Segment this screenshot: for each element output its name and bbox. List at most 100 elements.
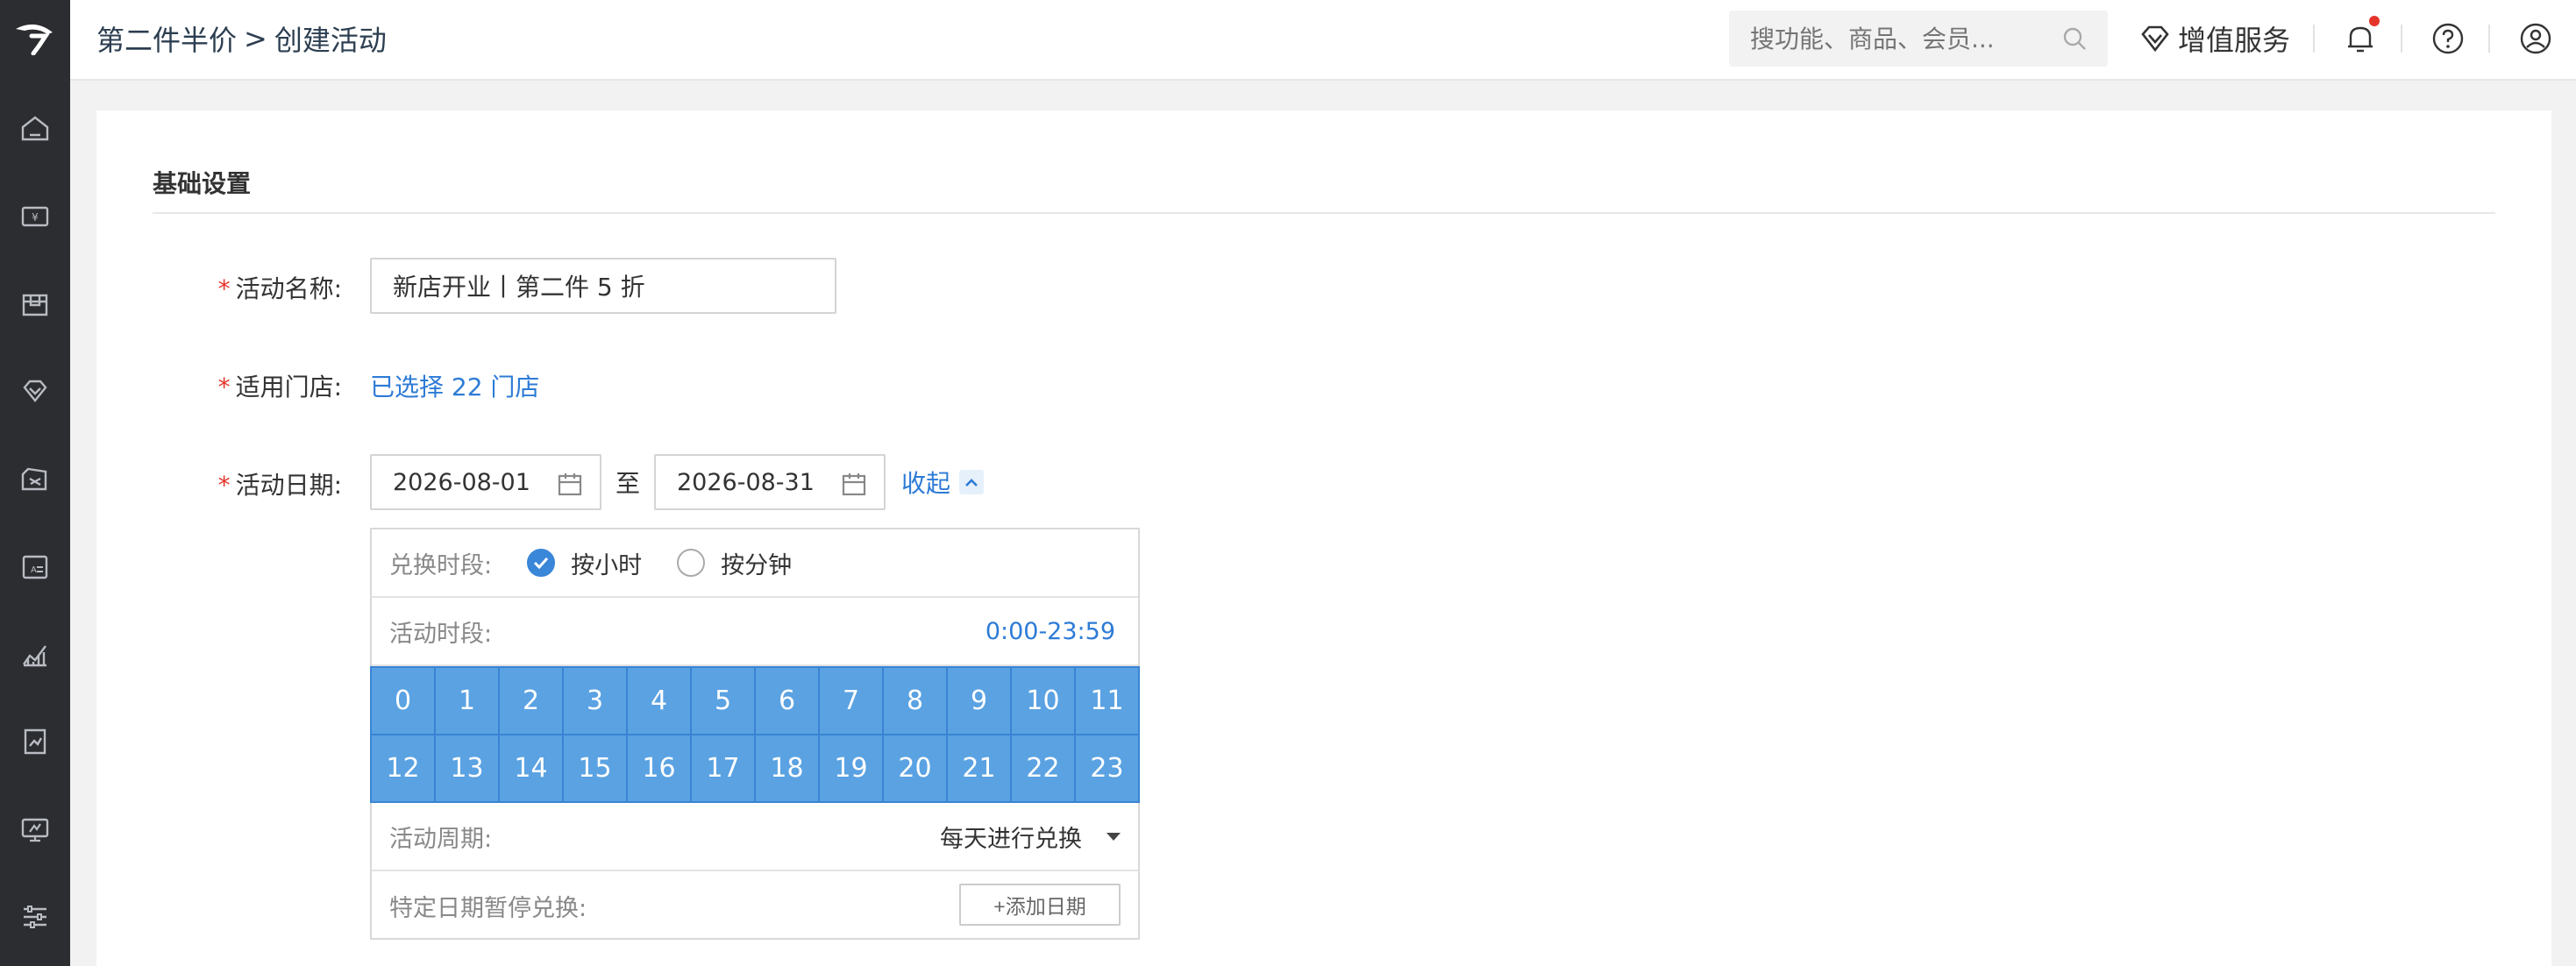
diamond-icon <box>2141 25 2169 53</box>
hour-cell[interactable]: 18 <box>756 735 818 801</box>
hour-cell[interactable]: 6 <box>756 668 818 734</box>
value-added-services-button[interactable]: 增值服务 <box>2138 11 2290 67</box>
by-minute-radio[interactable]: 按分钟 <box>677 546 792 580</box>
value-added-services-label: 增值服务 <box>2178 24 2291 57</box>
hour-cell[interactable]: 3 <box>564 668 626 734</box>
section-divider <box>153 212 2495 214</box>
coupon-icon[interactable] <box>16 459 54 498</box>
chevron-up-icon <box>959 470 985 494</box>
pause-dates-label: 特定日期暂停兑换: <box>389 894 587 922</box>
date-range-separator: 至 <box>616 469 641 498</box>
toolbar-divider <box>2401 25 2402 53</box>
required-mark: * <box>217 274 231 303</box>
svg-text:¥: ¥ <box>32 211 39 224</box>
help-button[interactable] <box>2427 18 2469 60</box>
help-icon <box>2432 23 2464 54</box>
activity-cycle-select[interactable]: 每天进行兑换 <box>940 820 1121 854</box>
breadcrumb: 第二件半价 > 创建活动 <box>96 0 387 77</box>
hour-cell[interactable]: 12 <box>372 735 434 801</box>
top-bar: 第二件半价 > 创建活动 增值服务 <box>70 0 2576 81</box>
main-card: 基础设置 *活动名称: *适用门店: 已选择 22 门店 *活动日期: 2026… <box>96 110 2551 966</box>
hour-cell[interactable]: 13 <box>436 735 498 801</box>
account-button[interactable] <box>2515 18 2557 60</box>
hour-cell[interactable]: 11 <box>1076 668 1138 734</box>
hour-cell[interactable]: 14 <box>500 735 562 801</box>
collapse-label: 收起 <box>901 469 951 498</box>
settings-sliders-icon[interactable] <box>16 898 54 936</box>
end-date-picker[interactable]: 2026-08-31 <box>654 454 886 510</box>
activity-cycle-row: 活动周期: 每天进行兑换 <box>372 803 1138 871</box>
by-hour-label: 按小时 <box>571 551 643 579</box>
notification-dot <box>2369 16 2380 26</box>
search-icon[interactable] <box>2060 25 2089 53</box>
hour-cell[interactable]: 10 <box>1012 668 1074 734</box>
report-icon[interactable] <box>16 722 54 761</box>
user-icon <box>2520 23 2551 54</box>
hour-cell[interactable]: 0 <box>372 668 434 734</box>
pause-dates-row: 特定日期暂停兑换: +添加日期 <box>372 871 1138 940</box>
check-icon <box>527 549 556 577</box>
logo-icon <box>16 24 53 55</box>
hour-cell[interactable]: 22 <box>1012 735 1074 801</box>
hour-cell[interactable]: 8 <box>884 668 946 734</box>
hour-cell[interactable]: 5 <box>692 668 754 734</box>
hour-cell[interactable]: 20 <box>884 735 946 801</box>
calendar-icon <box>842 473 866 496</box>
global-search[interactable] <box>1729 11 2108 67</box>
by-hour-radio[interactable]: 按小时 <box>527 546 642 580</box>
activity-name-label: * 活动名称: <box>217 274 342 303</box>
hour-cell[interactable]: 16 <box>628 735 690 801</box>
hour-cell[interactable]: 9 <box>948 668 1010 734</box>
notification-bell[interactable] <box>2339 16 2381 60</box>
start-date-value: 2026-08-01 <box>393 468 530 496</box>
activity-cycle-value: 每天进行兑换 <box>940 825 1082 853</box>
breadcrumb-parent[interactable]: 第二件半价 <box>96 18 237 59</box>
hour-cell[interactable]: 2 <box>500 668 562 734</box>
section-title: 基础设置 <box>153 169 252 198</box>
hour-cell[interactable]: 23 <box>1076 735 1138 801</box>
selected-stores-link[interactable]: 已选择 22 门店 <box>370 368 539 403</box>
analytics-icon[interactable] <box>16 635 54 673</box>
required-mark: * <box>217 471 231 500</box>
hour-cell[interactable]: 21 <box>948 735 1010 801</box>
required-mark: * <box>217 373 231 401</box>
hour-grid: 0 1 2 3 4 5 6 7 8 9 10 11 12 13 14 15 16 17 18 19 20 21 22 23 <box>370 666 1140 803</box>
activity-name-input[interactable] <box>370 258 836 314</box>
breadcrumb-separator: > <box>244 22 267 55</box>
active-period-value: 0:00-23:59 <box>985 617 1115 645</box>
store-label: * 适用门店: <box>217 373 342 401</box>
radio-empty-icon <box>677 549 706 577</box>
app-logo[interactable] <box>0 0 70 75</box>
exchange-period-label: 兑换时段: <box>389 551 493 579</box>
calendar-icon <box>558 473 582 496</box>
hour-cell[interactable]: 17 <box>692 735 754 801</box>
monitor-icon[interactable] <box>16 810 54 849</box>
exchange-period-row: 兑换时段: 按小时 按分钟 <box>372 529 1138 598</box>
svg-text:A: A <box>31 565 37 575</box>
time-settings-panel: 兑换时段: 按小时 按分钟 活动时段: 0:00-23:59 012345678… <box>370 528 1140 940</box>
toolbar-divider <box>2488 25 2490 53</box>
hour-cell[interactable]: 1 <box>436 668 498 734</box>
caret-down-icon <box>1107 832 1121 841</box>
toolbar-divider <box>2313 25 2315 53</box>
by-minute-label: 按分钟 <box>721 551 793 579</box>
home-icon[interactable] <box>16 109 54 147</box>
hour-cell[interactable]: 19 <box>820 735 882 801</box>
add-date-button[interactable]: +添加日期 <box>959 884 1121 926</box>
activity-date-label: * 活动日期: <box>217 471 342 500</box>
active-period-row: 活动时段: 0:00-23:59 <box>372 598 1138 666</box>
hour-cell[interactable]: 4 <box>628 668 690 734</box>
left-sidebar: ¥ A <box>0 0 70 966</box>
end-date-value: 2026-08-31 <box>677 468 815 496</box>
goods-icon[interactable] <box>16 284 54 323</box>
hour-cell[interactable]: 7 <box>820 668 882 734</box>
search-input[interactable] <box>1750 24 2048 53</box>
member-diamond-icon[interactable] <box>16 372 54 410</box>
staff-card-icon[interactable]: A <box>16 547 54 586</box>
hour-cell[interactable]: 15 <box>564 735 626 801</box>
collapse-toggle[interactable]: 收起 <box>901 465 985 500</box>
start-date-picker[interactable]: 2026-08-01 <box>370 454 601 510</box>
breadcrumb-current: 创建活动 <box>274 24 387 57</box>
activity-cycle-label: 活动周期: <box>389 825 493 853</box>
cashier-icon[interactable]: ¥ <box>16 196 54 235</box>
